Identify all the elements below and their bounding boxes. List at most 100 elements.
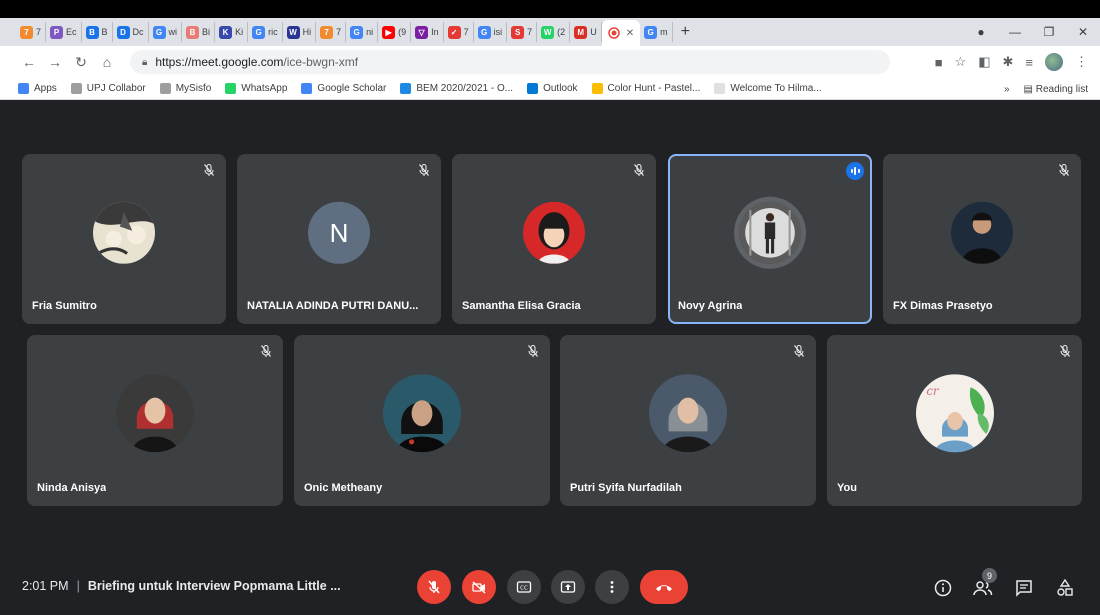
forward-icon[interactable]: → xyxy=(44,54,66,70)
chat-button[interactable] xyxy=(1014,578,1034,598)
clock: 2:01 PM xyxy=(22,579,69,593)
avatar xyxy=(93,201,155,264)
participant-tile[interactable]: cr You xyxy=(827,335,1082,506)
tab-favicon-icon: G xyxy=(252,25,266,39)
tab-label: (2 xyxy=(557,27,566,37)
tab-12[interactable]: ▽ In xyxy=(411,22,444,42)
tab-0[interactable]: 77 xyxy=(16,22,47,42)
tab-favicon-icon: B xyxy=(186,25,200,39)
meeting-info-button[interactable] xyxy=(933,578,953,598)
leave-call-button[interactable] xyxy=(640,570,688,604)
participant-tile[interactable]: Novy Agrina xyxy=(668,154,872,324)
tab-active-meet[interactable]: ✕ xyxy=(601,20,641,46)
camera-icon[interactable]: ■ xyxy=(935,55,943,70)
participant-tile[interactable]: Fria Sumitro xyxy=(22,154,226,324)
avatar xyxy=(649,373,727,452)
tab-list: 7 7 P Ec B B D Dc Gwi B Bi K Ki Gric W Hi 7 7 Gni ▶ (9 ▽ In ✓ 7 G… xyxy=(16,22,602,42)
mic-off-button[interactable] xyxy=(417,570,451,604)
tab-16[interactable]: W (2 xyxy=(537,22,571,42)
tab-9[interactable]: 77 xyxy=(316,22,347,42)
tab-14[interactable]: Gisi xyxy=(474,22,508,42)
tab-favicon-icon: P xyxy=(50,25,64,39)
bookmark-1[interactable]: UPJ Collabor xyxy=(70,83,146,94)
tab-15[interactable]: S7 xyxy=(507,22,538,42)
back-icon[interactable]: ← xyxy=(18,54,40,70)
captions-button[interactable]: CC xyxy=(507,570,541,604)
home-icon[interactable]: ⌂ xyxy=(96,54,118,70)
avatar xyxy=(383,373,461,452)
more-options-button[interactable] xyxy=(595,570,629,604)
tab-favicon-icon: G xyxy=(350,25,364,39)
tab-favicon-icon: ✓ xyxy=(447,25,461,39)
participant-tile[interactable]: Ninda Anisya xyxy=(27,335,283,506)
bookmark-6[interactable]: Outlook xyxy=(527,83,578,94)
bookmark-icon xyxy=(18,83,29,94)
present-icon xyxy=(560,581,576,593)
participant-tile[interactable]: FX Dimas Prasetyo xyxy=(883,154,1081,324)
tab-17[interactable]: MU xyxy=(570,22,602,42)
tab-5[interactable]: B Bi xyxy=(182,22,216,42)
address-bar[interactable]: 🔒︎ https://meet.google.com/ice-bwgn-xmf xyxy=(130,50,890,74)
bookmark-5[interactable]: BEM 2020/2021 - O... xyxy=(400,83,513,94)
minimize-icon[interactable]: — xyxy=(998,25,1032,39)
people-button[interactable]: 9 xyxy=(973,568,997,598)
tab-3[interactable]: D Dc xyxy=(113,22,149,42)
mic-muted-icon xyxy=(792,344,806,358)
present-button[interactable] xyxy=(551,570,585,604)
participant-name: NATALIA ADINDA PUTRI DANU... xyxy=(247,300,419,312)
participant-tile[interactable]: Putri Syifa Nurfadilah xyxy=(560,335,816,506)
star-icon[interactable]: ☆ xyxy=(955,54,967,70)
tab-label: In xyxy=(431,27,439,37)
bookmark-label: Apps xyxy=(34,83,57,94)
extension-icon[interactable]: ◧ xyxy=(978,54,990,70)
browser-toolbar: ← → ↻ ⌂ 🔒︎ https://meet.google.com/ice-b… xyxy=(0,46,1100,78)
restore-icon[interactable]: ❐ xyxy=(1032,25,1066,39)
tab-6[interactable]: K Ki xyxy=(215,22,249,42)
close-window-icon[interactable]: ✕ xyxy=(1066,25,1100,39)
profile-avatar[interactable] xyxy=(1045,53,1063,71)
tab-label: Hi xyxy=(302,27,312,37)
bookmark-0[interactable]: Apps xyxy=(18,83,57,94)
bookmark-label: Google Scholar xyxy=(317,83,387,94)
participant-tile[interactable]: Samantha Elisa Gracia xyxy=(452,154,656,324)
bookmark-8[interactable]: Welcome To Hilma... xyxy=(714,83,822,94)
puzzle-icon[interactable]: ✱ xyxy=(1003,54,1014,70)
tab-favicon-icon: 7 xyxy=(320,25,334,39)
tab-label: Bi xyxy=(202,27,211,37)
bookmark-icon xyxy=(591,83,603,94)
avatar xyxy=(523,201,585,264)
bookmark-4[interactable]: Google Scholar xyxy=(301,83,386,94)
lock-icon[interactable]: 🔒︎ xyxy=(142,57,147,68)
participant-tile[interactable]: N NATALIA ADINDA PUTRI DANU... xyxy=(237,154,441,324)
tab-8[interactable]: W Hi xyxy=(283,22,317,42)
toolbar-actions: ■ ☆ ◧ ✱ ≡ ⋮ xyxy=(935,46,1088,78)
tab-last[interactable]: G m xyxy=(640,22,673,42)
tab-strip: 7 7 P Ec B B D Dc Gwi B Bi K Ki Gric W Hi 7 7 Gni ▶ (9 ▽ In ✓ 7 G… xyxy=(0,18,1100,46)
tab-7[interactable]: Gric xyxy=(248,22,283,42)
tab-11[interactable]: ▶ (9 xyxy=(378,22,412,42)
bookmarks-bar: Apps UPJ Collabor MySisfo WhatsApp Google Sc… xyxy=(0,78,1100,100)
bookmark-icon xyxy=(714,83,726,94)
bookmark-3[interactable]: WhatsApp xyxy=(225,83,287,94)
close-tab-icon[interactable]: ✕ xyxy=(626,28,634,39)
tab-2[interactable]: BB xyxy=(82,22,113,42)
tab-13[interactable]: ✓ 7 xyxy=(444,22,474,42)
tab-1[interactable]: P Ec xyxy=(46,22,82,42)
new-tab-button[interactable]: + xyxy=(681,23,690,41)
bookmark-2[interactable]: MySisfo xyxy=(159,83,211,94)
participant-tile[interactable]: Onic Metheany xyxy=(294,335,550,506)
meet-bottom-bar: 2:01 PM | Briefing untuk Interview Popma… xyxy=(0,561,1100,615)
media-icon[interactable]: ≡ xyxy=(1025,55,1033,70)
tab-10[interactable]: Gni xyxy=(346,22,379,42)
camera-off-button[interactable] xyxy=(462,570,496,604)
activities-button[interactable] xyxy=(1055,578,1075,598)
tab-label: 7 xyxy=(336,27,342,37)
menu-icon[interactable]: ⋮ xyxy=(1075,54,1088,70)
more-bookmarks[interactable]: » xyxy=(1004,84,1010,95)
reading-list[interactable]: ▤ Reading list xyxy=(1024,84,1089,95)
profile-icon[interactable]: ● xyxy=(964,25,998,39)
tab-4[interactable]: Gwi xyxy=(149,22,183,42)
reading-list-label: Reading list xyxy=(1035,83,1088,95)
reload-icon[interactable]: ↻ xyxy=(70,54,92,71)
bookmark-7[interactable]: Color Hunt - Pastel... xyxy=(591,83,700,94)
